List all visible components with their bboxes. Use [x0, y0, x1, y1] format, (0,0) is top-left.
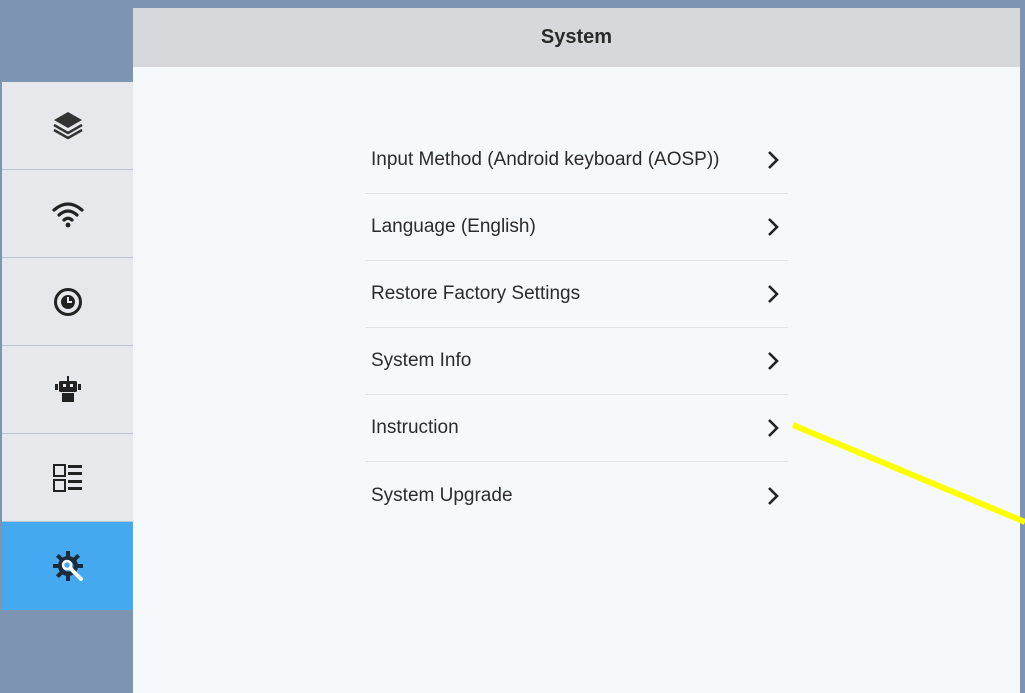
sidebar-item-wifi[interactable] — [2, 170, 133, 258]
list-icon — [52, 462, 84, 494]
chevron-right-icon — [766, 418, 780, 438]
menu-item-label: Instruction — [371, 417, 459, 438]
chevron-right-icon — [766, 217, 780, 237]
app-frame: System Input Method (Android keyboard (A… — [0, 0, 1025, 693]
chevron-right-icon — [766, 351, 780, 371]
sidebar-item-layers[interactable] — [2, 82, 133, 170]
gear-wrench-icon — [51, 549, 85, 583]
menu-item-restore-factory-settings[interactable]: Restore Factory Settings — [365, 261, 788, 328]
clock-icon — [53, 287, 83, 317]
sidebar-item-robot[interactable] — [2, 346, 133, 434]
menu-item-system-upgrade[interactable]: System Upgrade — [365, 462, 788, 529]
sidebar-item-system[interactable] — [2, 522, 133, 610]
page-title: System — [540, 26, 613, 48]
chevron-right-icon — [766, 284, 780, 304]
menu-item-language[interactable]: Language (English) — [365, 194, 788, 261]
menu-item-label: Input Method (Android keyboard (AOSP)) — [371, 149, 720, 170]
header-bar: System — [133, 8, 1020, 67]
sidebar — [2, 82, 133, 610]
chevron-right-icon — [766, 150, 780, 170]
sidebar-item-list[interactable] — [2, 434, 133, 522]
layers-icon — [51, 110, 85, 142]
robot-icon — [52, 374, 84, 406]
chevron-right-icon — [766, 486, 780, 506]
menu-item-label: System Info — [371, 350, 472, 371]
sidebar-item-clock[interactable] — [2, 258, 133, 346]
settings-menu: Input Method (Android keyboard (AOSP)) L… — [365, 127, 788, 529]
wifi-icon — [51, 199, 85, 229]
menu-item-label: System Upgrade — [371, 484, 513, 506]
menu-item-system-info[interactable]: System Info — [365, 328, 788, 395]
menu-item-label: Language (English) — [371, 216, 536, 237]
menu-item-input-method[interactable]: Input Method (Android keyboard (AOSP)) — [365, 127, 788, 194]
main-panel: System Input Method (Android keyboard (A… — [133, 8, 1020, 693]
menu-item-label: Restore Factory Settings — [371, 283, 581, 304]
menu-item-instruction[interactable]: Instruction — [365, 395, 788, 462]
